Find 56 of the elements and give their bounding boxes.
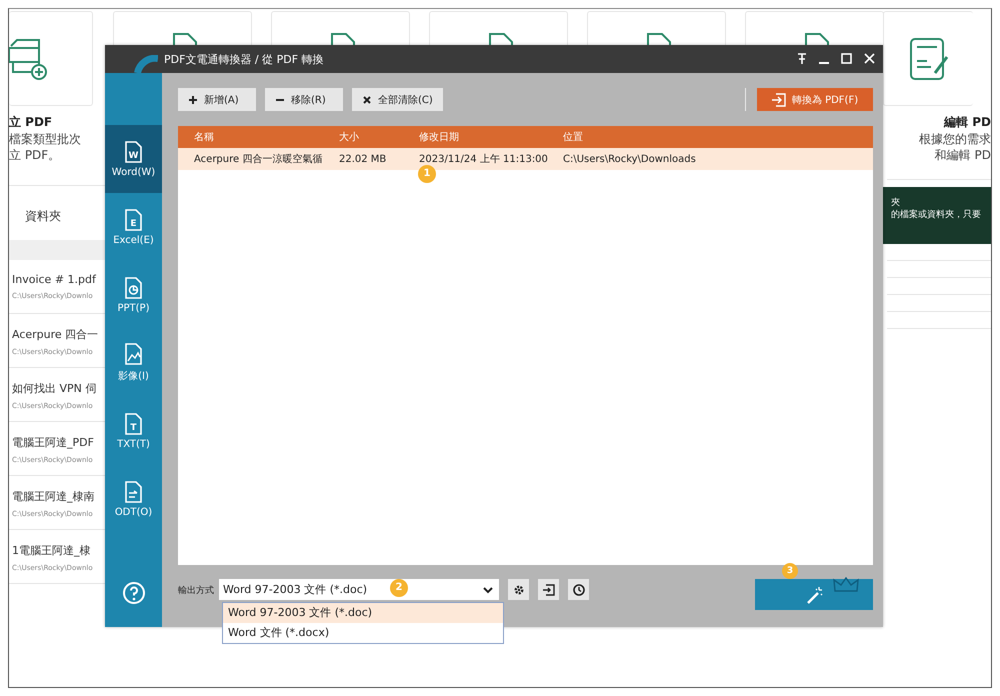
toolbar-button[interactable]: 新增(A): [178, 88, 256, 111]
pie-document-icon: [123, 276, 144, 298]
card-description: 檔案類型批次: [9, 131, 81, 147]
file-name[interactable]: 如何找出 VPN 伺: [12, 381, 96, 396]
banner-text: 的檔案或資料夾，只要: [891, 209, 981, 221]
document-letter-icon: T: [123, 412, 144, 434]
document-icon: [123, 480, 144, 502]
clock-icon: [572, 584, 584, 596]
tool-card[interactable]: [9, 11, 93, 106]
file-name[interactable]: Acerpure 四合一: [12, 327, 98, 342]
crown-icon: [833, 577, 859, 593]
pin-icon: [797, 53, 807, 65]
import-icon: [772, 92, 786, 106]
import-button[interactable]: [538, 579, 559, 600]
card-description: 立 PDF。: [9, 147, 60, 163]
sidebar-item[interactable]: E Excel(E): [105, 193, 162, 261]
gear-icon: [512, 584, 524, 596]
close-icon: [362, 94, 372, 104]
import-icon: [542, 584, 554, 596]
file-name[interactable]: 電腦王阿達_棣南: [12, 489, 94, 504]
card-title: 立 PDF: [9, 114, 52, 131]
toolbar-button[interactable]: 全部清除(C): [352, 88, 443, 111]
maximize-icon: [841, 53, 852, 65]
image-icon: [123, 343, 144, 365]
sidebar-item[interactable]: 影像(I): [105, 329, 162, 397]
dropdown-option[interactable]: Word 文件 (*.docx): [223, 623, 503, 643]
table-row[interactable]: Acerpure 四合一涼暖空氣循 22.02 MB 2023/11/24 上午 11:13:00 C:\Users\Rocky\Downloads: [178, 148, 873, 170]
start-button[interactable]: [755, 579, 873, 610]
document-letter-icon: E: [123, 208, 144, 230]
document-letter-icon: W: [123, 140, 144, 162]
toolbar-button[interactable]: 移除(R): [265, 88, 343, 111]
file-name[interactable]: Invoice # 1.pdf: [12, 273, 96, 286]
sidebar-item[interactable]: PPT(P): [105, 261, 162, 329]
settings-button[interactable]: [508, 579, 529, 600]
tool-card[interactable]: [883, 11, 973, 106]
sidebar-item[interactable]: W Word(W): [105, 125, 162, 193]
banner-text: 夾: [891, 197, 900, 209]
folder-tab[interactable]: 資料夾: [25, 208, 61, 228]
output-label: 輸出方式: [178, 584, 214, 597]
card-title: 編輯 PD: [942, 114, 991, 131]
convert-button[interactable]: 轉換為 PDF(F): [757, 88, 873, 111]
chevron-icon: [483, 586, 493, 594]
plus-icon: [188, 94, 198, 104]
help-icon: [122, 581, 146, 605]
dropdown-option[interactable]: Word 97-2003 文件 (*.doc): [223, 603, 503, 623]
minimize-icon: [819, 62, 829, 64]
sidebar-item[interactable]: ODT(O): [105, 465, 162, 533]
file-name[interactable]: 1電腦王阿達_棣: [12, 543, 90, 558]
card-description: 根據您的需求: [918, 131, 991, 147]
window-title: PDF文電通轉換器 / 從 PDF 轉換: [164, 52, 324, 66]
history-button[interactable]: [568, 579, 589, 600]
file-name[interactable]: 電腦王阿達_PDF: [12, 435, 94, 450]
close-icon: [864, 53, 875, 65]
card-description: 和編輯 PD: [934, 147, 991, 163]
sidebar-item[interactable]: T TXT(T): [105, 397, 162, 465]
pdf-edit-icon: [908, 36, 948, 80]
